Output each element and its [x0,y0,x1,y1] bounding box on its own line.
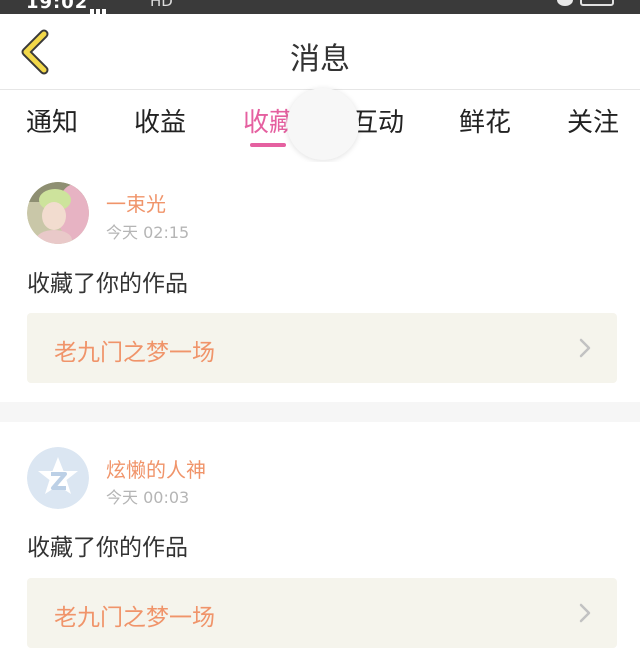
page-title: 消息 [290,42,350,77]
active-tab-indicator [250,143,286,147]
tab-interactions[interactable]: 互动 [352,102,404,139]
notification-dot-icon [557,0,573,6]
section-divider [0,402,640,422]
tab-flowers[interactable]: 鲜花 [459,102,511,139]
touch-ripple [287,88,359,160]
username[interactable]: 一束光 [106,188,166,217]
tab-notifications[interactable]: 通知 [26,102,78,139]
tab-earnings[interactable]: 收益 [134,102,186,139]
chevron-right-icon [579,603,591,623]
work-link[interactable]: 老九门之梦一场 [27,578,617,648]
status-bar: 19:02 HD [0,0,640,14]
avatar[interactable] [27,182,89,244]
tab-follows[interactable]: 关注 [567,102,619,139]
status-time: 19:02 [26,0,89,13]
message-card: 一束光 今天 02:15 收藏了你的作品 老九门之梦一场 [0,162,640,402]
header: 消息 [0,14,640,90]
work-link[interactable]: 老九门之梦一场 [27,313,617,383]
message-text: 收藏了你的作品 [27,271,188,297]
signal-icon [90,0,116,14]
work-title: 老九门之梦一场 [54,605,215,631]
work-title: 老九门之梦一场 [54,340,215,366]
message-time: 今天 02:15 [106,223,190,242]
message-time: 今天 00:03 [106,488,190,507]
chevron-right-icon [579,338,591,358]
message-card: 炫懒的人神 今天 00:03 收藏了你的作品 老九门之梦一场 [0,422,640,670]
avatar[interactable] [27,447,89,509]
network-type: HD [150,0,173,10]
username[interactable]: 炫懒的人神 [106,454,206,483]
message-text: 收藏了你的作品 [27,535,188,561]
battery-icon [580,0,614,6]
